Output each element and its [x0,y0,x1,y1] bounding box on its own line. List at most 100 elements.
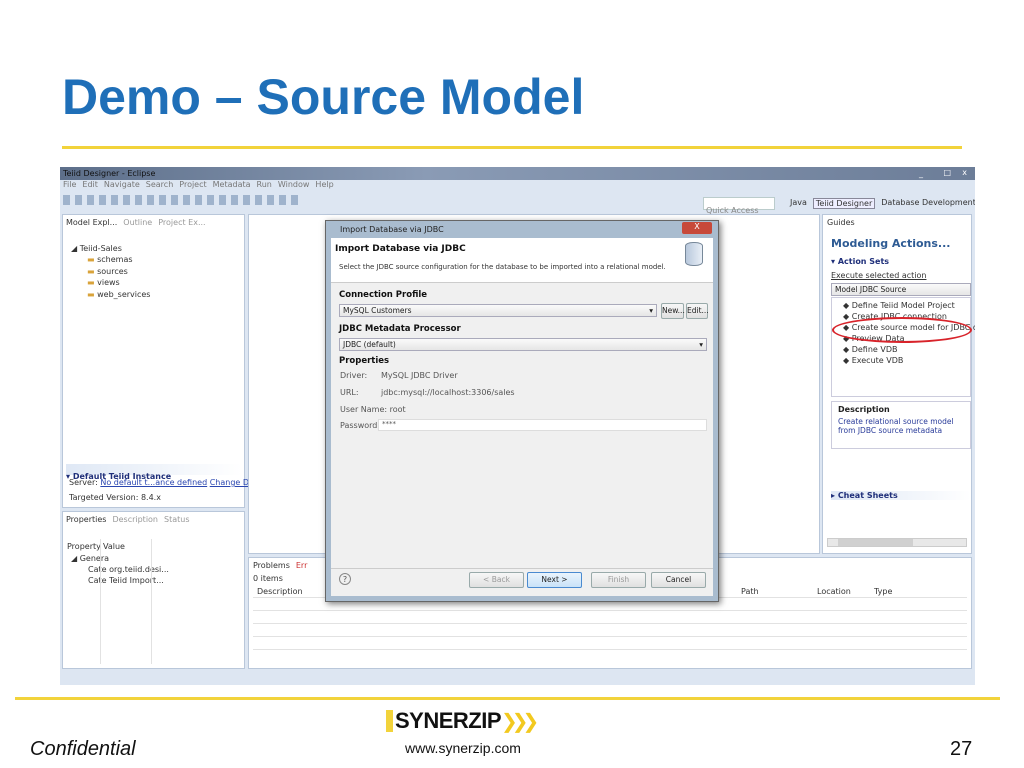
driver-label: Driver: [340,371,368,380]
tab-properties[interactable]: Properties [66,515,106,524]
column-value: Value [103,542,125,551]
properties-label: Properties [339,356,390,366]
footer-rule [15,697,1000,700]
menu-navigate[interactable]: Navigate [104,180,140,192]
targeted-version: Targeted Version: 8.4.x [69,493,161,502]
column-property: Property [67,542,101,551]
database-icon [685,242,703,266]
title-rule [62,146,962,149]
password-label: Password: [340,421,381,430]
tree-folder[interactable]: ▬ views [87,278,120,287]
cheat-sheets-header[interactable]: ▸ Cheat Sheets [831,491,971,500]
dialog-heading: Import Database via JDBC [335,244,466,254]
tab-error-log[interactable]: Err [296,561,308,570]
page-number: 27 [950,738,973,760]
execute-selected-action-link[interactable]: Execute selected action [831,271,926,280]
highlight-ellipse [832,317,972,343]
properties-panel: Properties Description Status Property V… [62,511,245,669]
window-titlebar: Teiid Designer - Eclipse _ □ x [60,167,975,180]
eclipse-screenshot: Teiid Designer - Eclipse _ □ x File Edit… [60,167,975,685]
tab-problems[interactable]: Problems [253,561,290,570]
action-item[interactable]: ◆ Define Teiid Model Project [843,301,955,310]
menu-metadata[interactable]: Metadata [213,180,251,192]
dialog-subtitle: Select the JDBC source configuration for… [339,263,666,271]
action-sets-header[interactable]: ▾ Action Sets [831,257,889,266]
description-header: Description [838,405,890,414]
tab-project-explorer[interactable]: Project Ex... [158,218,205,227]
tab-guides[interactable]: Guides [827,218,855,227]
tab-status[interactable]: Status [164,515,190,524]
column-description[interactable]: Description [257,587,303,596]
dialog-title: Import Database via JDBC [340,225,444,234]
tree-project[interactable]: ◢ Teiid-Sales [71,244,122,253]
maximize-icon[interactable]: □ [943,168,951,177]
modeling-actions-heading[interactable]: Modeling Actions... [831,237,950,250]
chevron-down-icon: ▾ [699,340,703,349]
close-icon[interactable]: x [962,168,967,177]
synerzip-logo: SYNERZIP ❯❯❯ [386,708,539,733]
perspective-teiid-designer[interactable]: Teiid Designer [812,198,876,209]
new-profile-button[interactable]: New... [661,303,685,319]
edit-profile-button[interactable]: Edit... [686,303,709,319]
help-icon[interactable]: ? [339,573,351,585]
menu-window[interactable]: Window [278,180,310,192]
column-location[interactable]: Location [817,587,851,596]
problems-count: 0 items [253,574,283,583]
driver-value: MySQL JDBC Driver [381,371,458,380]
url-value: jdbc:mysql://localhost:3306/sales [381,388,515,397]
folder-icon: ▬ [87,255,95,264]
description-text: Create relational source model from JDBC… [838,417,954,435]
tree-folder[interactable]: ▬ web_services [87,290,150,299]
perspective-bar: Java Teiid Designer Database Development [790,198,975,209]
confidential-label: Confidential [30,738,136,760]
dialog-close-icon[interactable]: X [682,222,712,234]
slide-title: Demo – Source Model [62,69,585,125]
horizontal-scrollbar[interactable] [827,538,967,547]
next-button[interactable]: Next > [527,572,582,588]
tree-folder[interactable]: ▬ sources [87,267,128,276]
perspective-database-development[interactable]: Database Development [881,198,975,209]
url-label: URL: [340,388,359,397]
tab-outline[interactable]: Outline [123,218,152,227]
folder-icon: ▬ [87,267,95,276]
menu-edit[interactable]: Edit [82,180,98,192]
menu-help[interactable]: Help [315,180,333,192]
finish-button[interactable]: Finish [591,572,646,588]
perspective-java[interactable]: Java [790,198,807,209]
footer-url[interactable]: www.synerzip.com [405,740,521,756]
back-button[interactable]: < Back [469,572,524,588]
chevron-down-icon: ▾ [649,306,653,315]
minimize-icon[interactable]: _ [919,169,933,178]
connection-profile-label: Connection Profile [339,290,428,300]
menu-run[interactable]: Run [257,180,272,192]
import-jdbc-dialog: Import Database via JDBC X Import Databa… [325,220,719,602]
property-row[interactable]: ◢ Genera [71,554,109,563]
window-title: Teiid Designer - Eclipse [63,169,156,178]
menu-project[interactable]: Project [179,180,206,192]
guides-panel: Guides Modeling Actions... ▾ Action Sets… [822,214,975,554]
connection-profile-select[interactable]: MySQL Customers ▾ [339,304,657,317]
tab-model-explorer[interactable]: Model Expl... [66,218,117,227]
folder-icon: ▬ [87,290,95,299]
password-input[interactable]: **** [378,419,707,431]
column-path[interactable]: Path [741,587,759,596]
user-name-value: root [389,405,406,414]
folder-icon: ▬ [87,278,95,287]
metadata-processor-label: JDBC Metadata Processor [339,324,461,334]
user-name-label: User Name: [340,405,388,414]
cancel-button[interactable]: Cancel [651,572,706,588]
action-item[interactable]: ◆ Define VDB [843,345,897,354]
model-explorer-panel: Model Expl... Outline Project Ex... ◢ Te… [62,214,280,508]
action-item[interactable]: ◆ Execute VDB [843,356,903,365]
server-label: Server: [69,478,98,487]
metadata-processor-select[interactable]: JDBC (default) ▾ [339,338,707,351]
tree-folder[interactable]: ▬ schemas [87,255,133,264]
action-set-select[interactable]: Model JDBC Source [831,283,971,296]
server-link[interactable]: No default t...ance defined [100,478,207,487]
menu-search[interactable]: Search [146,180,173,192]
tab-description[interactable]: Description [112,515,158,524]
main-toolbar[interactable] [63,195,303,205]
column-type[interactable]: Type [874,587,892,596]
quick-access-input[interactable]: Quick Access [703,197,775,215]
menu-file[interactable]: File [63,180,76,192]
